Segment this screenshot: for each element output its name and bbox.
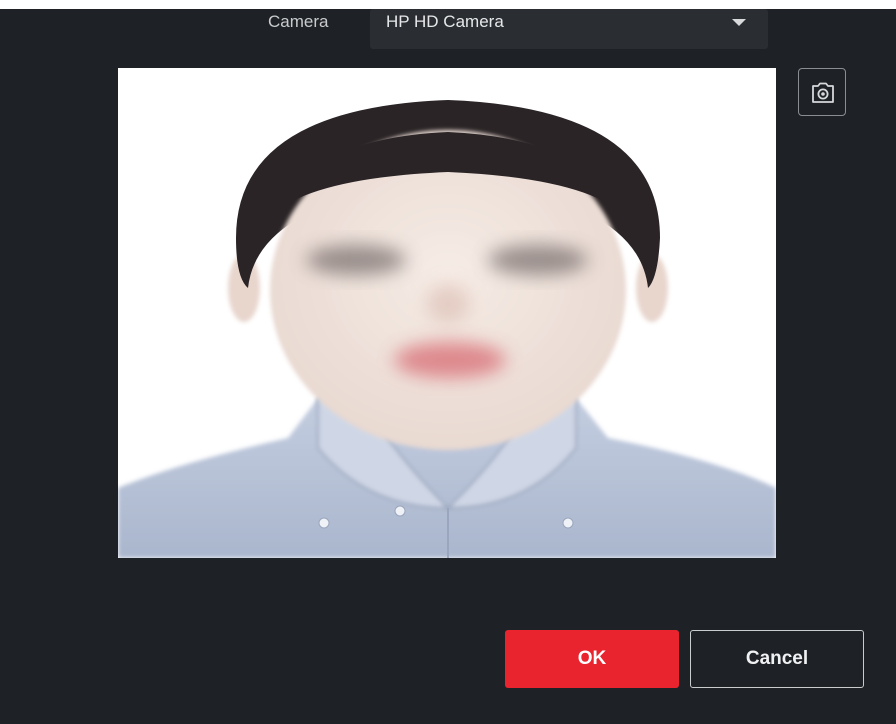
capture-dialog: Camera HP HD Camera OK Cancel [0, 9, 896, 724]
camera-select-value: HP HD Camera [386, 12, 504, 31]
caret-down-icon [732, 19, 746, 26]
camera-label: Camera [268, 12, 329, 31]
portrait-photo [118, 68, 776, 558]
camera-preview [118, 68, 776, 558]
cancel-button[interactable]: Cancel [690, 630, 864, 688]
camera-icon [812, 82, 834, 103]
snapshot-button[interactable] [798, 68, 846, 116]
ok-button[interactable]: OK [505, 630, 679, 688]
camera-select[interactable]: HP HD Camera [370, 9, 768, 49]
